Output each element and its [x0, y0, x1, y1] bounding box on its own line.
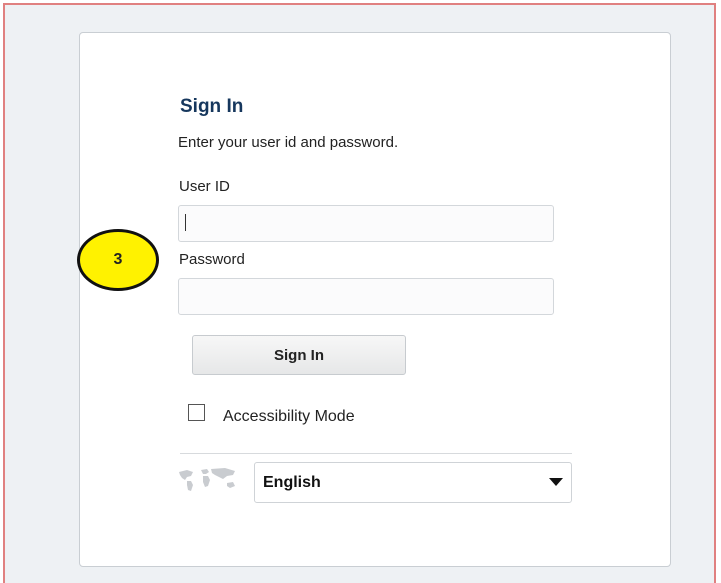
signin-button[interactable]: Sign In — [192, 335, 406, 375]
world-map-icon — [179, 468, 235, 491]
text-cursor — [185, 214, 186, 231]
divider — [180, 453, 572, 454]
userid-input[interactable] — [178, 205, 554, 242]
password-label: Password — [179, 251, 245, 268]
language-select[interactable]: English — [254, 462, 572, 503]
accessibility-checkbox[interactable] — [188, 404, 205, 421]
page-title: Sign In — [180, 96, 244, 117]
step-callout-badge: 3 — [77, 229, 159, 291]
instructions-text: Enter your user id and password. — [178, 134, 399, 151]
language-select-value: English — [263, 474, 321, 491]
accessibility-label[interactable]: Accessibility Mode — [223, 408, 355, 426]
userid-label: User ID — [179, 178, 230, 195]
password-input[interactable] — [178, 278, 554, 315]
caret-down-icon[interactable] — [549, 478, 563, 486]
